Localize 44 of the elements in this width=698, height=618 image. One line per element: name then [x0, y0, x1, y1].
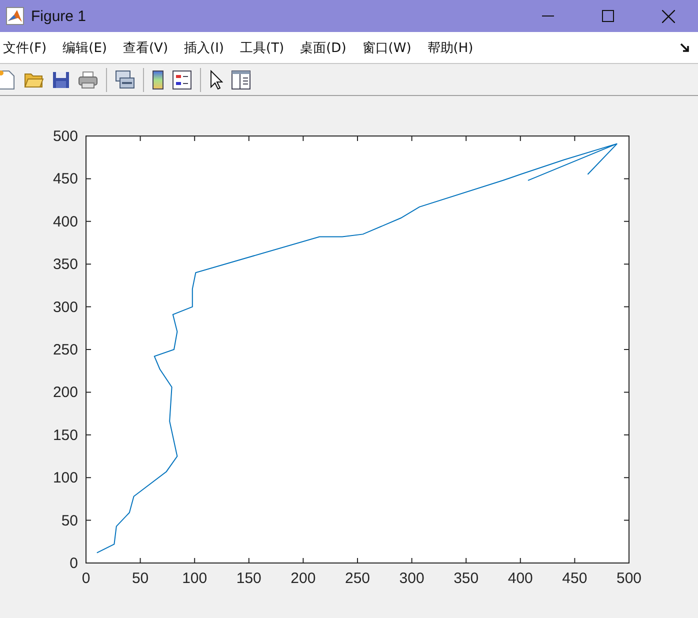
menu-item[interactable]: 帮助(H)	[427, 38, 474, 56]
x-tick-label: 300	[399, 570, 424, 587]
menu-item[interactable]: 文件(F)	[3, 38, 47, 56]
y-tick-label: 300	[52, 298, 78, 316]
y-tick-label: 400	[52, 213, 78, 230]
window-title: Figure 1	[31, 8, 86, 24]
save-icon[interactable]	[52, 70, 70, 88]
maximize-icon	[602, 10, 614, 22]
x-tick-label: 450	[562, 570, 588, 587]
menu-item[interactable]: 工具(T)	[240, 38, 284, 56]
print-icon[interactable]	[78, 70, 98, 88]
y-tick-label: 350	[52, 256, 78, 274]
menu-item[interactable]: 编辑(E)	[62, 38, 107, 56]
menu-item[interactable]: 插入(I)	[184, 38, 224, 56]
close-icon	[662, 10, 674, 22]
y-tick-label: 100	[52, 470, 78, 487]
y-tick-label: 150	[52, 426, 78, 444]
x-tick-label: 0	[82, 570, 90, 587]
y-tick-label: 500	[52, 128, 78, 145]
y-tick-label: 250	[52, 342, 78, 358]
y-tick-label: 50	[61, 512, 78, 530]
x-tick-label: 200	[290, 570, 316, 587]
menu-item[interactable]: 窗口(W)	[362, 38, 412, 56]
app-icon	[6, 7, 24, 25]
colorbar-icon[interactable]	[152, 70, 164, 90]
y-tick-label: 200	[52, 384, 78, 402]
x-tick-label: 350	[454, 570, 479, 587]
x-tick-label: 50	[132, 570, 149, 587]
x-tick-label: 150	[236, 570, 262, 587]
y-tick-label: 450	[52, 170, 78, 188]
cursor-icon[interactable]	[209, 70, 223, 90]
y-tick-label: 0	[70, 555, 78, 572]
x-tick-label: 500	[616, 570, 642, 587]
linked-windows-icon[interactable]	[115, 70, 135, 90]
dock-arrow-icon[interactable]	[680, 42, 690, 52]
x-tick-label: 400	[508, 570, 533, 587]
x-tick-label: 250	[344, 570, 370, 587]
legend-icon[interactable]	[172, 70, 192, 90]
property-panel-icon[interactable]	[231, 70, 251, 90]
open-folder-icon[interactable]	[24, 70, 44, 88]
x-tick-label: 100	[182, 570, 208, 587]
menu-item[interactable]: 桌面(D)	[300, 38, 346, 56]
menu-item[interactable]: 查看(V)	[122, 38, 168, 56]
new-file-icon[interactable]	[0, 70, 16, 90]
